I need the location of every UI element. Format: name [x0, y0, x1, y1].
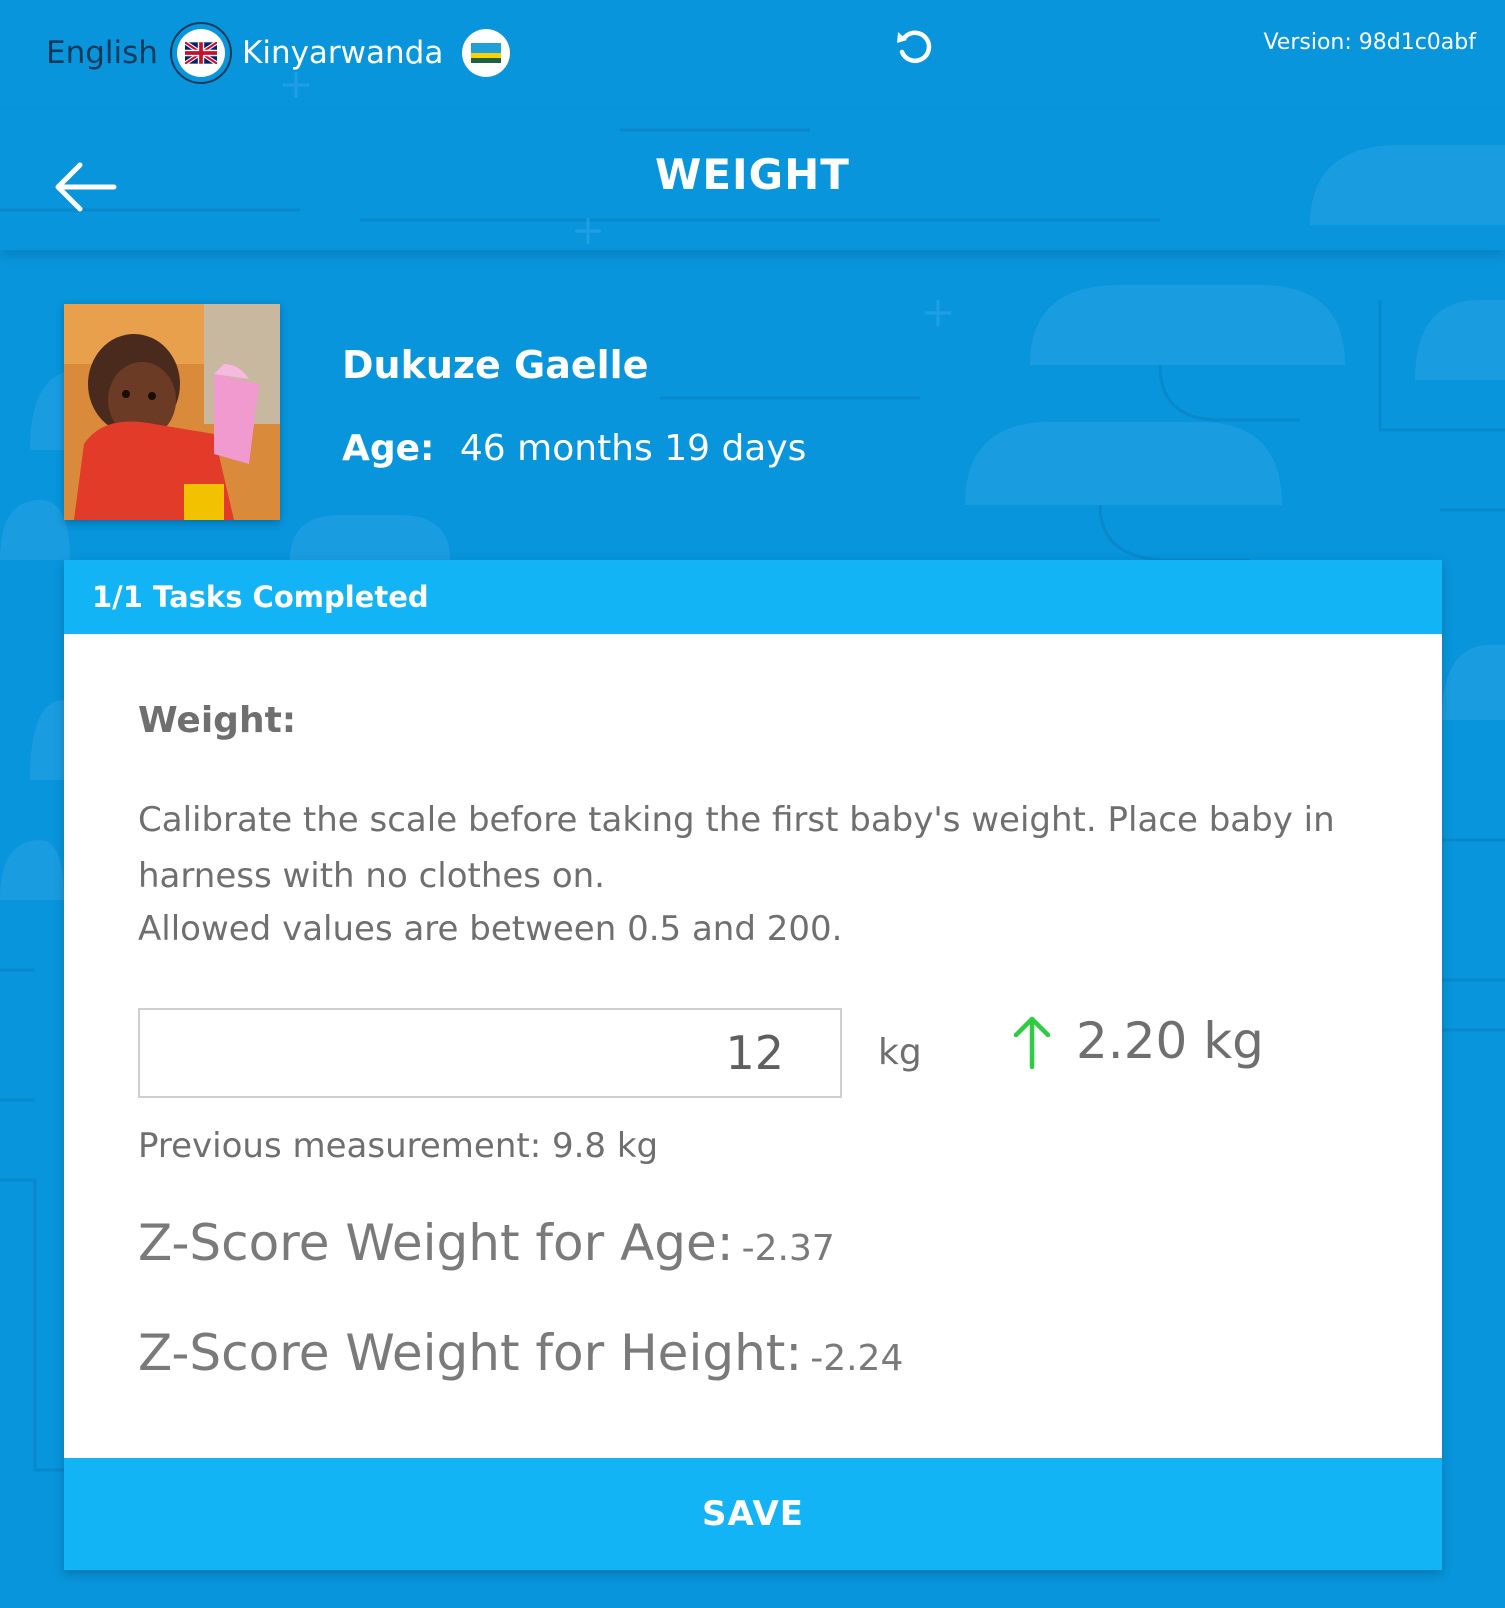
age-label: Age: [342, 428, 435, 469]
patient-name: Dukuze Gaelle [342, 343, 649, 387]
refresh-icon[interactable] [892, 24, 938, 70]
zscore-height-label: Z-Score Weight for Height: [138, 1324, 803, 1382]
language-label: Kinyarwanda [242, 35, 444, 71]
form-body: Weight: Calibrate the scale before takin… [64, 634, 1442, 1460]
arrow-up-icon [1013, 1016, 1051, 1069]
weight-change: 2.20 kg [1010, 1012, 1264, 1070]
tasks-status: 1/1 Tasks Completed [64, 560, 1442, 634]
language-english[interactable]: English [46, 22, 232, 84]
top-bar: English Kinyarwanda Version: 98d1c0abf [0, 0, 1505, 110]
instructions-text: Calibrate the scale before taking the fi… [138, 800, 1335, 896]
previous-measurement: Previous measurement: 9.8 kg [138, 1126, 659, 1166]
zscore-age-label: Z-Score Weight for Age: [138, 1214, 734, 1272]
zscore-weight-for-age: Z-Score Weight for Age: -2.37 [138, 1214, 835, 1272]
weight-change-value: 2.20 kg [1076, 1012, 1264, 1070]
page-header: WEIGHT [0, 110, 1505, 250]
language-label: English [46, 35, 158, 71]
zscore-weight-for-height: Z-Score Weight for Height: -2.24 [138, 1324, 903, 1382]
age-value: 46 months 19 days [459, 428, 807, 469]
zscore-height-value: -2.24 [810, 1338, 904, 1379]
weight-form-card: 1/1 Tasks Completed Weight: Calibrate th… [64, 560, 1442, 1570]
zscore-age-value: -2.37 [741, 1228, 835, 1269]
patient-photo [64, 304, 280, 520]
page-title: WEIGHT [655, 150, 850, 199]
uk-flag-icon [169, 22, 232, 84]
save-button[interactable]: SAVE [64, 1458, 1442, 1570]
language-kinyarwanda[interactable]: Kinyarwanda [242, 22, 517, 84]
patient-age: Age: 46 months 19 days [342, 428, 806, 469]
weight-input[interactable] [138, 1008, 842, 1098]
weight-field-label: Weight: [138, 700, 297, 741]
rwanda-flag-icon [455, 22, 517, 84]
allowed-values-text: Allowed values are between 0.5 and 200. [138, 909, 843, 949]
version-label: Version: 98d1c0abf [1263, 30, 1476, 55]
unit-label: kg [878, 1032, 922, 1073]
